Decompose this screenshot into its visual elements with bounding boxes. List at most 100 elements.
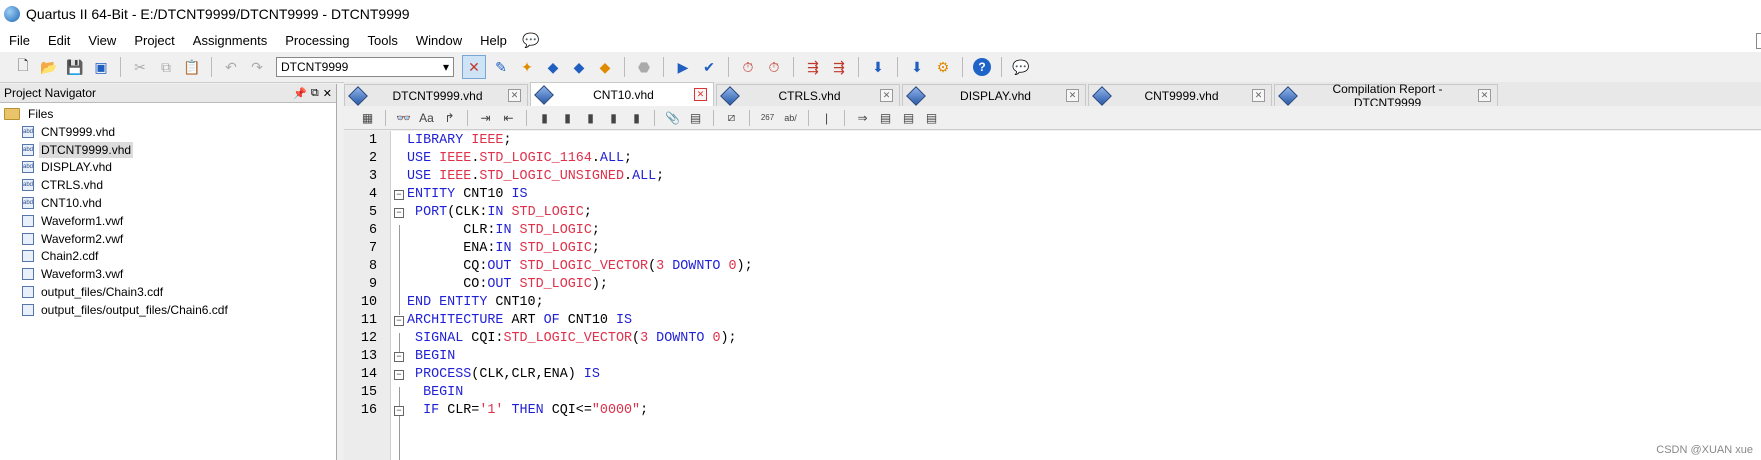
cursor-icon[interactable]: | [817, 108, 837, 128]
file-item[interactable]: abd DISPLAY.vhd [0, 159, 336, 177]
prev-bookmark-icon[interactable]: ▮ [581, 108, 601, 128]
tab-cnt9999-vhd[interactable]: CNT9999.vhd ✕ [1088, 84, 1272, 106]
save-icon[interactable]: 💾 [64, 56, 86, 78]
bookmark-icon[interactable]: ▮ [535, 108, 555, 128]
file-item[interactable]: output_files/output_files/Chain6.cdf [0, 301, 336, 319]
fold-toggle-icon[interactable]: − [394, 190, 404, 200]
close-icon[interactable]: ✕ [1066, 89, 1079, 102]
file-item[interactable]: output_files/Chain3.cdf [0, 283, 336, 301]
magic-wand-icon[interactable]: ✦ [516, 56, 538, 78]
fold-toggle-icon[interactable]: − [394, 370, 404, 380]
signaltap-icon[interactable]: ⚙ [932, 56, 954, 78]
tab-display-vhd[interactable]: DISPLAY.vhd ✕ [902, 84, 1086, 106]
file-item[interactable]: Waveform2.vwf [0, 230, 336, 248]
file-item[interactable]: abd CNT9999.vhd [0, 123, 336, 141]
tab-dtcnt9999-vhd[interactable]: DTCNT9999.vhd ✕ [344, 84, 528, 106]
file-item-selected[interactable]: abd DTCNT9999.vhd [0, 141, 336, 159]
save-all-icon[interactable]: ▣ [90, 56, 112, 78]
file-item[interactable]: abd CTRLS.vhd [0, 176, 336, 194]
menu-view[interactable]: View [79, 33, 125, 48]
tab-compilation-report[interactable]: Compilation Report - DTCNT9999 ✕ [1274, 82, 1498, 110]
toolbar-separator [858, 57, 859, 77]
whats-this-icon[interactable]: 💬 [520, 29, 542, 51]
copy-icon[interactable]: ⧉ [155, 56, 177, 78]
pin-assign-icon[interactable]: ◆ [568, 56, 590, 78]
fold-toggle-icon[interactable]: − [394, 352, 404, 362]
goto-line-icon[interactable]: ↱ [440, 108, 460, 128]
find-icon[interactable]: 👓 [394, 108, 414, 128]
menu-help[interactable]: Help [471, 33, 516, 48]
template-icon[interactable]: ▤ [686, 108, 706, 128]
code-editor[interactable]: 1 LIBRARY IEEE; 2 USE IEEE.STD_LOGIC_1164.… [344, 131, 1761, 460]
close-icon[interactable]: ✕ [323, 87, 332, 100]
whats-this-toolbar-icon[interactable]: 💬 [1010, 56, 1032, 78]
code-text: CLR:IN STD_LOGIC; [407, 223, 600, 238]
close-icon[interactable]: ✕ [694, 88, 707, 101]
pin-icon[interactable]: 📌 [293, 87, 307, 100]
fold-toggle-icon[interactable]: − [394, 208, 404, 218]
fold-toggle-icon[interactable]: − [394, 406, 404, 416]
indent-icon[interactable]: ⇥ [476, 108, 496, 128]
undo-icon[interactable]: ↶ [220, 56, 242, 78]
code-line: 15 BEGIN [344, 384, 1761, 402]
line-numbers-icon[interactable]: 267 [758, 108, 778, 128]
text-block-icon[interactable]: ▤ [876, 108, 896, 128]
settings-icon[interactable]: ◆ [542, 56, 564, 78]
project-select[interactable]: DTCNT9999 ▾ [276, 57, 454, 77]
attach-icon[interactable]: 📎 [663, 108, 683, 128]
close-icon[interactable]: ✕ [508, 89, 521, 102]
fold-toggle-icon[interactable]: − [394, 316, 404, 326]
close-icon[interactable]: ✕ [1252, 89, 1265, 102]
redo-icon[interactable]: ↷ [246, 56, 268, 78]
bookmark-list-icon[interactable]: ▮ [627, 108, 647, 128]
window-title: Quartus II 64-Bit - E:/DTCNT9999/DTCNT99… [26, 6, 410, 22]
timing-analyzer-icon[interactable]: ⏱ [737, 56, 759, 78]
block-symbol-icon[interactable]: ▦ [358, 108, 378, 128]
menu-tools[interactable]: Tools [359, 33, 407, 48]
tab-ctrls-vhd[interactable]: CTRLS.vhd ✕ [716, 84, 900, 106]
find-replace-icon[interactable]: Aa [417, 108, 437, 128]
tab-cnt10-vhd[interactable]: CNT10.vhd ✕ [530, 82, 714, 106]
close-icon[interactable]: ✕ [880, 89, 893, 102]
comment-block-icon[interactable]: ▤ [899, 108, 919, 128]
vhdl-file-icon: abd [22, 197, 34, 210]
start-compilation-icon[interactable]: ▶ [672, 56, 694, 78]
uncomment-block-icon[interactable]: ▤ [922, 108, 942, 128]
arrow-right-icon[interactable]: ⇒ [853, 108, 873, 128]
next-bookmark-icon[interactable]: ▮ [558, 108, 578, 128]
menu-edit[interactable]: Edit [39, 33, 79, 48]
files-folder[interactable]: Files [0, 105, 336, 123]
analysis-synthesis-icon[interactable]: ✔ [698, 56, 720, 78]
technology-map-icon[interactable]: ⇶ [828, 56, 850, 78]
assignment-editor-icon[interactable]: ✎ [490, 56, 512, 78]
timequest-icon[interactable]: ⏱ [763, 56, 785, 78]
menu-project[interactable]: Project [125, 33, 183, 48]
open-folder-icon[interactable]: 📂 [38, 56, 60, 78]
toolbar-separator [624, 57, 625, 77]
float-window-icon[interactable]: ⧉ [311, 87, 319, 100]
file-item[interactable]: Waveform1.vwf [0, 212, 336, 230]
file-item[interactable]: Waveform3.vwf [0, 265, 336, 283]
close-icon[interactable]: ✕ [1478, 89, 1491, 102]
menu-processing[interactable]: Processing [276, 33, 358, 48]
menu-file[interactable]: File [0, 33, 39, 48]
menu-window[interactable]: Window [407, 33, 471, 48]
cut-icon[interactable]: ✂ [129, 56, 151, 78]
line-number: 1 [368, 133, 377, 148]
chip-planner-icon[interactable]: ⬇ [867, 56, 889, 78]
rtl-viewer-icon[interactable]: ⇶ [802, 56, 824, 78]
file-item[interactable]: Chain2.cdf [0, 248, 336, 266]
help-button[interactable]: ? [971, 56, 993, 78]
paste-icon[interactable]: 📋 [181, 56, 203, 78]
file-item[interactable]: abd CNT10.vhd [0, 194, 336, 212]
clear-bookmarks-icon[interactable]: ▮ [604, 108, 624, 128]
new-file-icon[interactable]: 🗋 [12, 56, 34, 78]
chip-icon[interactable]: ◆ [594, 56, 616, 78]
menu-assignments[interactable]: Assignments [184, 33, 276, 48]
programmer-icon[interactable]: ⬇ [906, 56, 928, 78]
unindent-icon[interactable]: ⇤ [499, 108, 519, 128]
stop-icon[interactable]: ⬣ [633, 56, 655, 78]
spell-check-icon[interactable]: ab/ [781, 108, 801, 128]
pin-planner-icon[interactable]: ✕ [462, 55, 486, 79]
insert-template-icon[interactable]: ⧄ [722, 108, 742, 128]
